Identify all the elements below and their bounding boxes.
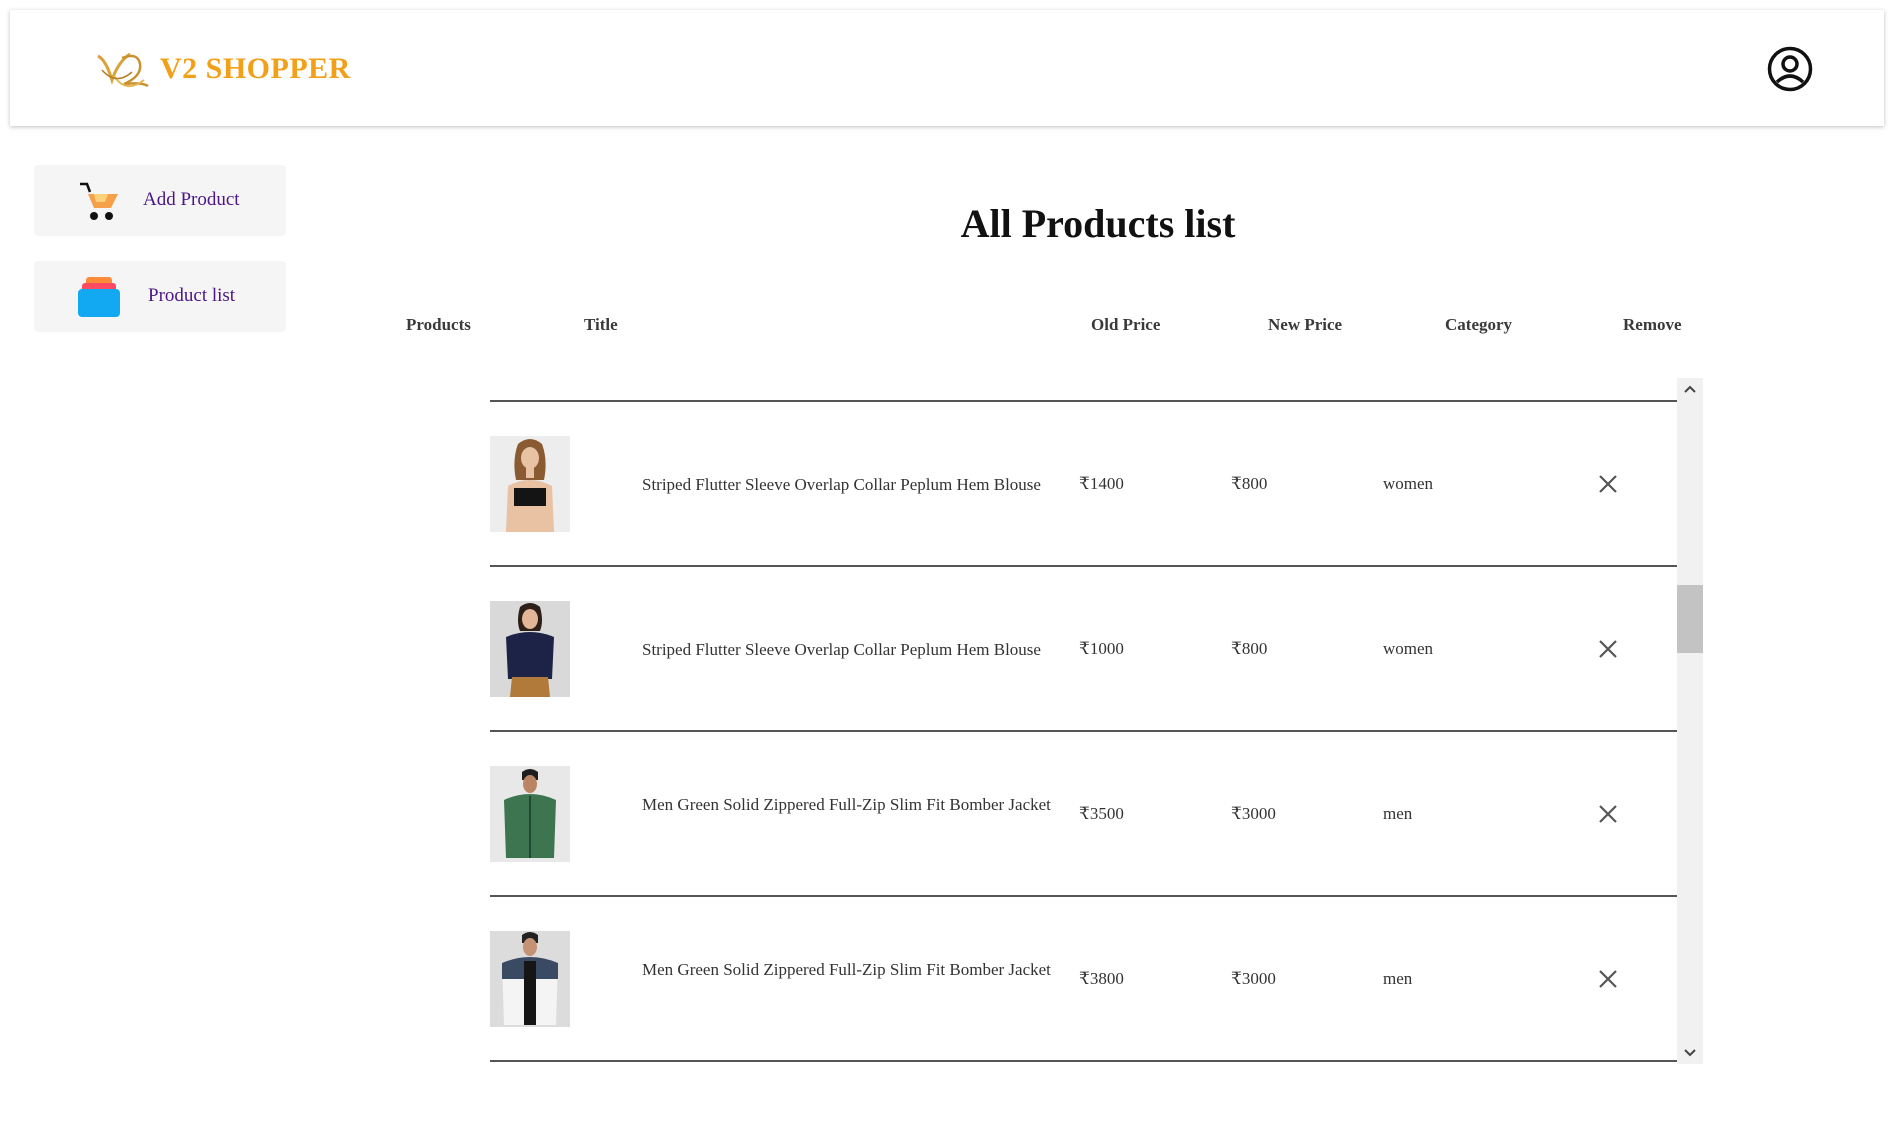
- brand-name: V2 SHOPPER: [160, 52, 351, 85]
- brand[interactable]: V2 SHOPPER: [92, 46, 351, 92]
- product-title: Men Green Solid Zippered Full-Zip Slim F…: [642, 960, 1051, 979]
- logo-icon: [97, 52, 149, 88]
- product-old-price: ₹1000: [1079, 639, 1124, 658]
- remove-icon[interactable]: [1596, 967, 1620, 991]
- product-image[interactable]: [490, 601, 570, 697]
- remove-icon[interactable]: [1596, 637, 1620, 661]
- user-circle-icon[interactable]: [1767, 46, 1813, 92]
- product-category: men: [1383, 969, 1413, 988]
- product-category: women: [1383, 639, 1434, 658]
- chevron-up-icon: [1684, 385, 1696, 393]
- table-row: Men Green Solid Zippered Full-Zip Slim F…: [490, 730, 1677, 895]
- column-header-old-price: Old Price: [1091, 315, 1161, 334]
- column-header-new-price: New Price: [1268, 315, 1343, 334]
- product-rows: Striped Flutter Sleeve Overlap Collar Pe…: [490, 378, 1677, 1064]
- vertical-scrollbar[interactable]: [1677, 378, 1703, 1064]
- product-new-price: ₹3000: [1231, 969, 1276, 988]
- product-old-price: ₹3800: [1079, 969, 1124, 988]
- stacked-list-icon: [78, 277, 120, 317]
- scroll-down-button[interactable]: [1677, 1042, 1703, 1064]
- remove-icon[interactable]: [1596, 802, 1620, 826]
- product-title: Striped Flutter Sleeve Overlap Collar Pe…: [642, 475, 1041, 494]
- sidebar-item-product-list[interactable]: Product list: [34, 261, 286, 332]
- column-header-category: Category: [1445, 315, 1513, 334]
- scroll-up-button[interactable]: [1677, 378, 1703, 400]
- product-new-price: ₹3000: [1231, 804, 1276, 823]
- remove-icon[interactable]: [1596, 472, 1620, 496]
- product-category: women: [1383, 474, 1434, 493]
- row-divider: [490, 1060, 1677, 1062]
- page-title: All Products list: [960, 201, 1236, 246]
- scrollbar-thumb[interactable]: [1677, 585, 1703, 653]
- product-list-scroll-area[interactable]: Striped Flutter Sleeve Overlap Collar Pe…: [490, 378, 1703, 1064]
- column-header-remove: Remove: [1623, 315, 1682, 334]
- product-old-price: ₹1400: [1079, 474, 1124, 493]
- navbar: V2 SHOPPER: [10, 10, 1884, 126]
- product-category: men: [1383, 804, 1413, 823]
- table-row: Striped Flutter Sleeve Overlap Collar Pe…: [490, 565, 1677, 730]
- product-old-price: ₹3500: [1079, 804, 1124, 823]
- product-title: Striped Flutter Sleeve Overlap Collar Pe…: [642, 640, 1041, 659]
- table-row: Men Green Solid Zippered Full-Zip Slim F…: [490, 895, 1677, 1060]
- chevron-down-icon: [1684, 1049, 1696, 1057]
- product-new-price: ₹800: [1231, 474, 1268, 493]
- product-image[interactable]: [490, 766, 570, 862]
- column-header-products: Products: [406, 315, 471, 334]
- product-image[interactable]: [490, 436, 570, 532]
- product-image[interactable]: [490, 931, 570, 1027]
- product-new-price: ₹800: [1231, 639, 1268, 658]
- sidebar-item-label: Product list: [148, 285, 236, 306]
- table-row: Striped Flutter Sleeve Overlap Collar Pe…: [490, 400, 1677, 565]
- column-header-title: Title: [584, 315, 618, 334]
- product-title: Men Green Solid Zippered Full-Zip Slim F…: [642, 795, 1051, 814]
